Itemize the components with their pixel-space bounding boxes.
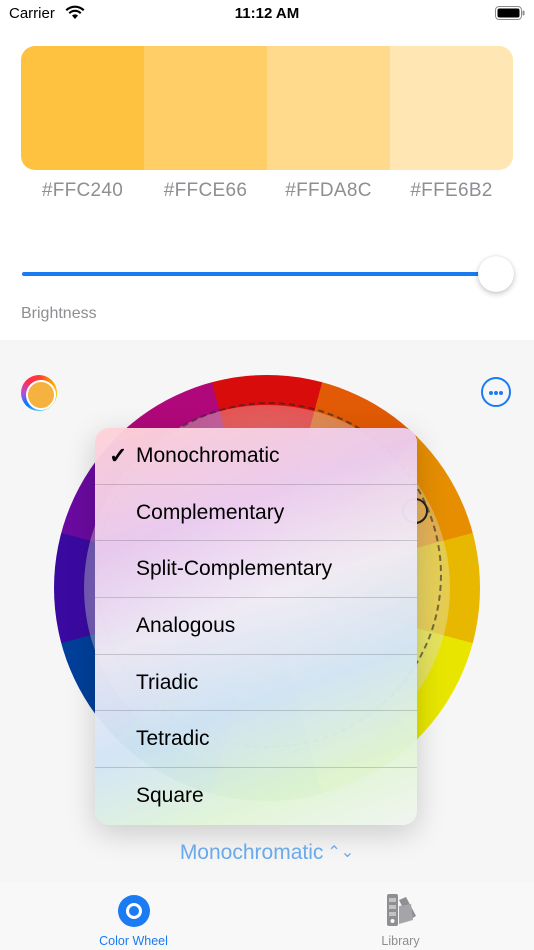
battery-icon bbox=[495, 6, 525, 20]
palette-swatch[interactable] bbox=[267, 46, 390, 170]
menu-item-complementary[interactable]: Complementary bbox=[95, 485, 417, 542]
menu-item-triadic[interactable]: Triadic bbox=[95, 655, 417, 712]
scheme-selector-button[interactable]: Monochromatic ⌃⌄ bbox=[0, 841, 534, 865]
dot bbox=[499, 391, 503, 395]
palette-swatch[interactable] bbox=[21, 46, 144, 170]
dot bbox=[494, 391, 498, 395]
library-icon bbox=[387, 894, 416, 926]
tab-label: Library bbox=[381, 934, 420, 948]
dot bbox=[489, 391, 493, 395]
menu-item-label: Monochromatic bbox=[136, 443, 280, 467]
brightness-slider[interactable] bbox=[22, 256, 514, 292]
menu-item-label: Tetradic bbox=[136, 727, 210, 751]
slider-track bbox=[22, 272, 496, 276]
palette-swatch[interactable] bbox=[390, 46, 513, 170]
scheme-menu: ✓ Monochromatic Complementary Split-Comp… bbox=[95, 428, 417, 825]
menu-item-label: Split-Complementary bbox=[136, 557, 333, 581]
menu-item-label: Triadic bbox=[136, 670, 199, 694]
menu-item-analogous[interactable]: Analogous bbox=[95, 598, 417, 655]
tab-library[interactable]: Library bbox=[267, 882, 534, 950]
tab-bar: Color Wheel Library bbox=[0, 882, 534, 950]
hex-label: #FFE6B2 bbox=[410, 180, 493, 201]
menu-item-split-complementary[interactable]: Split-Complementary bbox=[95, 541, 417, 599]
tab-color-wheel[interactable]: Color Wheel bbox=[0, 882, 267, 950]
color-wheel-icon bbox=[118, 895, 150, 927]
more-options-icon[interactable] bbox=[481, 377, 511, 407]
menu-item-label: Analogous bbox=[136, 613, 236, 637]
tab-label: Color Wheel bbox=[99, 934, 168, 948]
current-color-icon[interactable] bbox=[21, 375, 57, 411]
menu-item-label: Complementary bbox=[136, 500, 285, 524]
menu-item-label: Square bbox=[136, 784, 204, 808]
menu-item-square[interactable]: Square bbox=[95, 768, 417, 825]
hex-labels: #FFC240 #FFCE66 #FFDA8C #FFE6B2 bbox=[21, 180, 513, 202]
brightness-label: Brightness bbox=[21, 305, 97, 322]
slider-thumb[interactable] bbox=[478, 256, 514, 292]
hex-label: #FFDA8C bbox=[285, 180, 372, 201]
status-bar: Carrier 11:12 AM bbox=[0, 0, 534, 30]
hex-label: #FFC240 bbox=[41, 180, 124, 201]
scheme-selector-label: Monochromatic bbox=[179, 841, 324, 864]
clock: 11:12 AM bbox=[234, 5, 300, 22]
palette-swatch[interactable] bbox=[144, 46, 267, 170]
checkmark-icon: ✓ bbox=[109, 442, 128, 468]
menu-item-monochromatic[interactable]: ✓ Monochromatic bbox=[95, 428, 417, 485]
palette-swatches bbox=[21, 46, 513, 170]
chevron-up-down-icon: ⌃⌄ bbox=[327, 844, 355, 861]
menu-item-tetradic[interactable]: Tetradic bbox=[95, 711, 417, 769]
hex-label: #FFCE66 bbox=[163, 180, 248, 201]
